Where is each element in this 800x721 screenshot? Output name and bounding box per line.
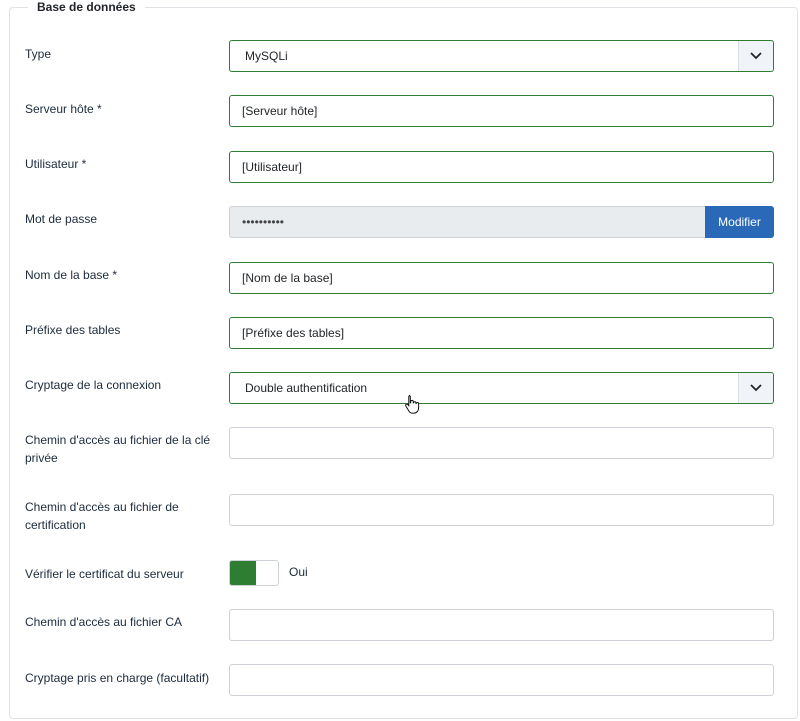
host-input[interactable]: [Serveur hôte] bbox=[229, 95, 774, 127]
verify-cert-toggle[interactable] bbox=[229, 560, 279, 586]
hand-pointer-icon bbox=[405, 395, 420, 414]
fieldset-legend: Base de données bbox=[28, 0, 145, 14]
key-path-label: Chemin d'accès au fichier de la clé priv… bbox=[25, 433, 211, 465]
verify-cert-label: Vérifier le certificat du serveur bbox=[25, 567, 184, 581]
cert-path-label: Chemin d'accès au fichier de certificati… bbox=[25, 500, 179, 532]
prefix-input[interactable]: [Préfixe des tables] bbox=[229, 317, 774, 349]
chevron-down-icon[interactable] bbox=[738, 41, 773, 71]
type-label: Type bbox=[25, 47, 52, 61]
type-select[interactable]: MySQLi bbox=[229, 40, 774, 72]
prefix-label: Préfixe des tables bbox=[25, 323, 121, 337]
ca-path-input[interactable] bbox=[229, 609, 774, 641]
key-path-input[interactable] bbox=[229, 427, 774, 459]
encryption-label: Cryptage de la connexion bbox=[25, 378, 162, 392]
modify-password-button[interactable]: Modifier bbox=[705, 206, 774, 238]
dbname-label: Nom de la base * bbox=[25, 268, 118, 282]
verify-cert-state: Oui bbox=[289, 565, 308, 579]
ca-path-label: Chemin d'accès au fichier CA bbox=[25, 615, 183, 629]
user-input[interactable]: [Utilisateur] bbox=[229, 151, 774, 183]
cipher-label: Cryptage pris en charge (facultatif) bbox=[25, 671, 210, 685]
encryption-select-value: Double authentification bbox=[245, 381, 368, 395]
toggle-on-indicator bbox=[230, 561, 256, 585]
chevron-down-icon[interactable] bbox=[738, 373, 773, 403]
host-label: Serveur hôte * bbox=[25, 102, 102, 116]
type-select-value: MySQLi bbox=[245, 49, 288, 63]
cert-path-input[interactable] bbox=[229, 494, 774, 526]
cipher-input[interactable] bbox=[229, 664, 774, 696]
encryption-select[interactable]: Double authentification bbox=[229, 372, 774, 404]
password-label: Mot de passe bbox=[25, 212, 98, 226]
password-input[interactable]: •••••••••• bbox=[229, 206, 705, 238]
dbname-input[interactable]: [Nom de la base] bbox=[229, 262, 774, 294]
user-label: Utilisateur * bbox=[25, 157, 87, 171]
